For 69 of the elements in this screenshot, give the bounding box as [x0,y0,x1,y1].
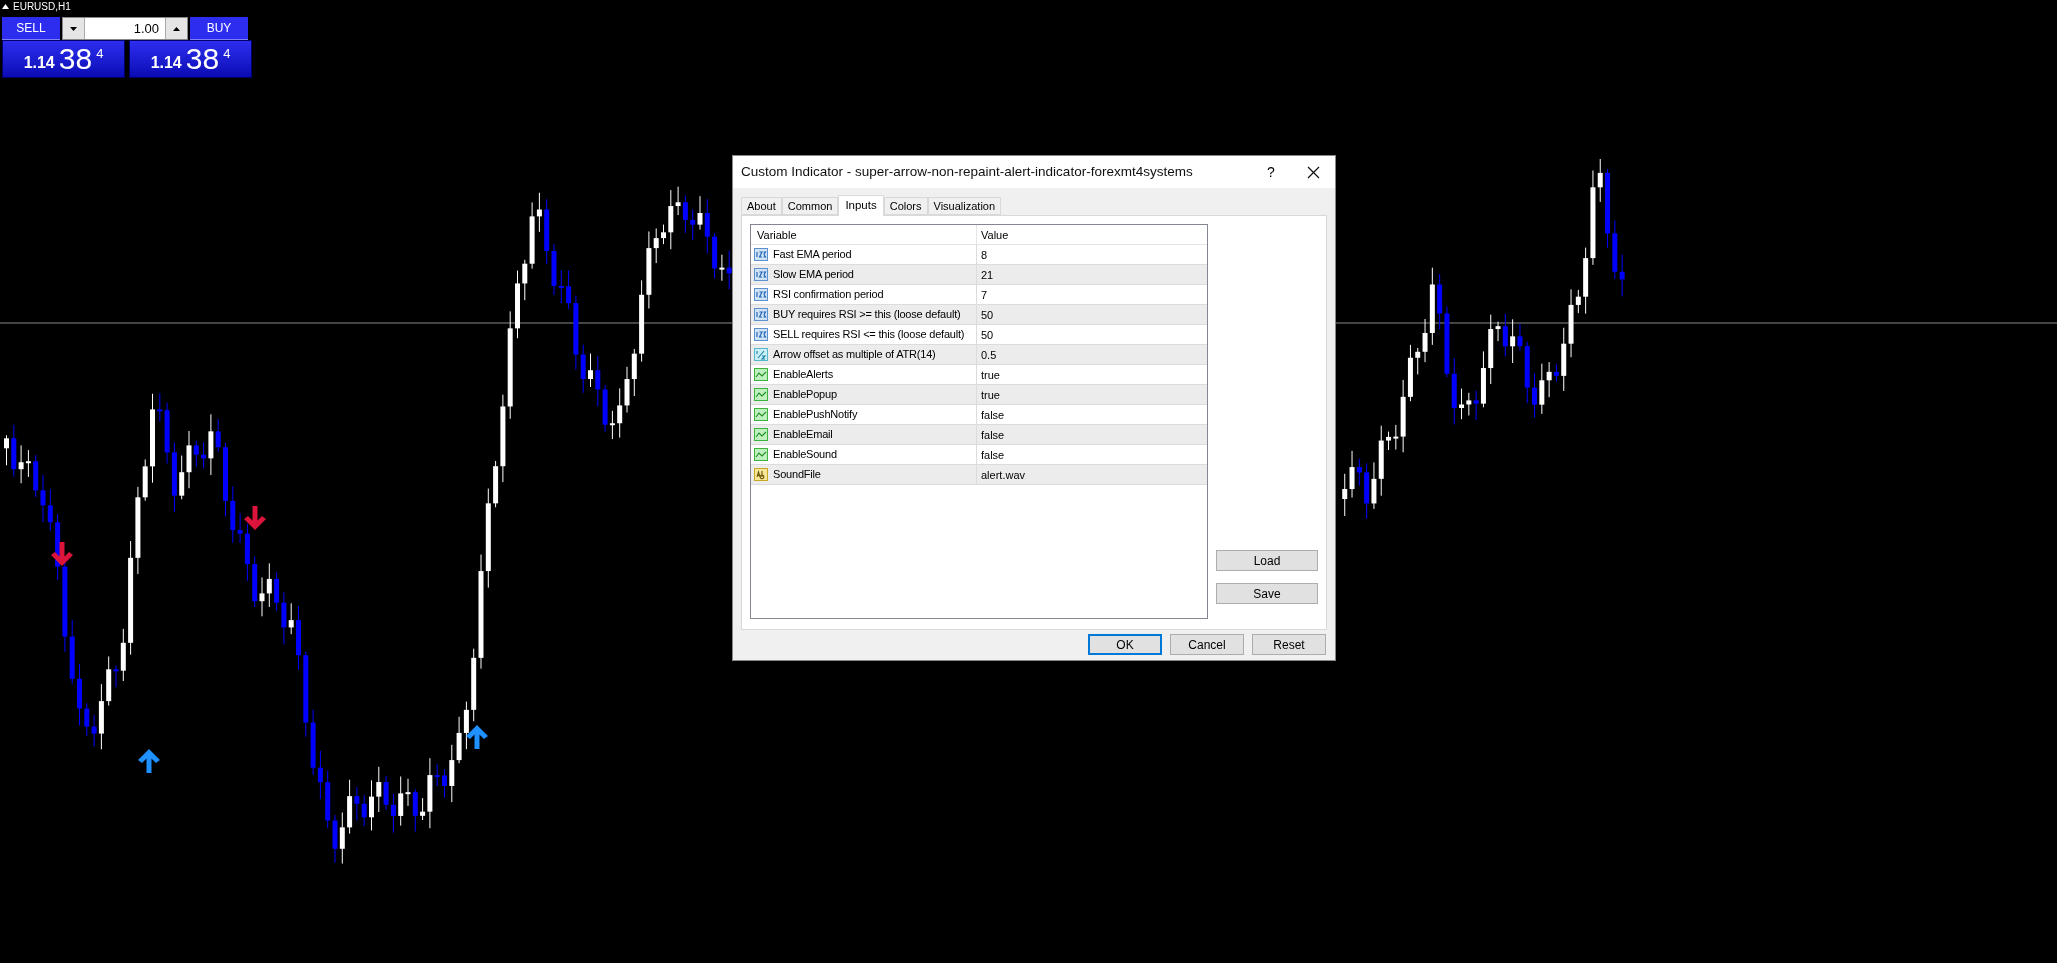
value-cell[interactable]: 8 [977,245,1207,264]
variable-cell-text: SoundFile [773,467,821,483]
value-cell[interactable]: 0.5 [977,345,1207,364]
column-header[interactable]: Value [977,225,1207,244]
decrease-caret-icon[interactable] [70,26,77,31]
volume-spinner[interactable]: 1.00 [62,17,188,40]
boolean-type-icon [754,408,768,421]
down-arrow-icon [244,506,266,530]
integer-type-icon [754,248,768,261]
buy-button[interactable]: BUY [190,17,248,40]
dialog-button[interactable]: OK [1088,634,1162,655]
file-button[interactable]: Load [1216,550,1318,571]
increase-caret-icon[interactable] [173,26,180,31]
fraction-type-icon [754,348,768,361]
dialog-tab[interactable]: Visualization [927,197,1002,215]
value-cell[interactable]: 50 [977,325,1207,344]
boolean-type-icon [754,448,768,461]
value-cell[interactable]: 21 [977,265,1207,284]
value-cell[interactable]: 50 [977,305,1207,324]
price-pips: 38 [185,44,220,74]
variable-cell-text: EnablePopup [773,387,837,403]
chart-symbol-title: EURUSD,H1 [13,1,71,12]
variable-cell-text: Arrow offset as multiple of ATR(14) [773,347,936,363]
variable-cell-text: EnableEmail [773,427,833,443]
dialog-button[interactable]: Cancel [1170,634,1244,655]
variable-cell-text: EnablePushNotify [773,407,858,423]
dialog-tab[interactable]: Common [781,197,839,215]
integer-type-icon [754,288,768,301]
dialog-button[interactable]: Reset [1252,634,1326,655]
help-button[interactable]: ? [1251,156,1291,188]
boolean-type-icon [754,428,768,441]
dialog-tab[interactable]: About [741,197,782,215]
value-cell[interactable]: true [977,365,1207,384]
boolean-type-icon [754,388,768,401]
value-cell[interactable]: true [977,385,1207,404]
value-cell[interactable]: false [977,405,1207,424]
text-type-icon [754,468,768,481]
variable-cell-text: RSI confirmation period [773,287,884,303]
value-cell[interactable]: 7 [977,285,1207,304]
variable-cell-text: SELL requires RSI <= this (loose default) [773,327,965,343]
boolean-type-icon [754,368,768,381]
integer-type-icon [754,328,768,341]
down-arrow-icon [51,542,73,566]
variable-cell-text: EnableSound [773,447,837,463]
dialog-tab[interactable]: Colors [883,197,928,215]
dialog-tab[interactable]: Inputs [838,195,884,216]
column-header[interactable]: Variable [751,225,977,244]
value-cell[interactable]: false [977,425,1207,444]
variable-cell-text: EnableAlerts [773,367,833,383]
price-prefix: 1.14 [150,53,182,73]
collapse-icon[interactable] [2,4,9,9]
value-cell[interactable]: false [977,445,1207,464]
integer-type-icon [754,308,768,321]
up-arrow-icon [138,749,160,773]
up-arrow-icon [466,725,488,749]
dialog-title: Custom Indicator - super-arrow-non-repaint-alert-indicator-forexmt4systems [741,162,1194,181]
variable-cell-text: Fast EMA period [773,247,852,263]
price-fraction: 4 [223,45,231,63]
integer-type-icon [754,268,768,281]
price-pips: 38 [58,44,93,74]
close-icon [1306,165,1320,179]
sell-button[interactable]: SELL [2,17,60,40]
price-fraction: 4 [96,45,104,63]
file-button[interactable]: Save [1216,583,1318,604]
value-cell[interactable]: alert.wav [977,465,1207,484]
variable-cell-text: BUY requires RSI >= this (loose default) [773,307,961,323]
volume-value: 1.00 [132,20,160,38]
price-prefix: 1.14 [23,53,55,73]
variable-cell-text: Slow EMA period [773,267,854,283]
